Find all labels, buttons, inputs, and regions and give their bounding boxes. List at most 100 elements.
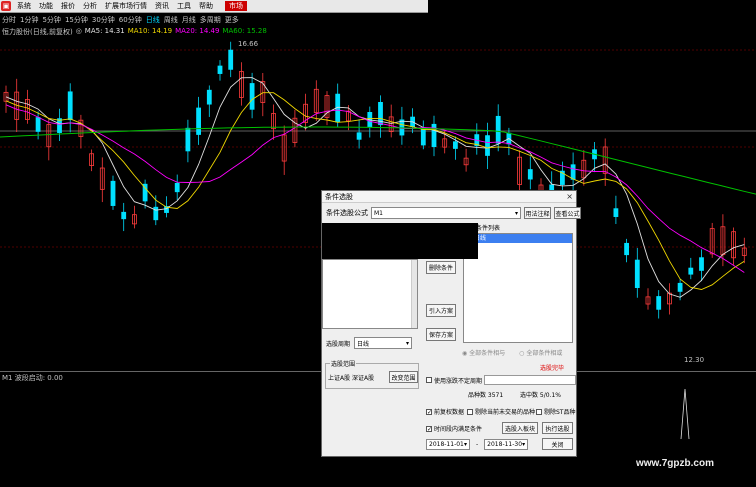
candle-body	[570, 164, 576, 180]
candle-body	[228, 49, 234, 70]
range-group: 选股范围 上证A股 深证A股 改变范围	[325, 359, 419, 389]
chevron-down-icon: ▾	[406, 339, 410, 347]
period-row: 选股周期 日线 ▾	[326, 337, 413, 349]
close-button[interactable]: 关闭	[542, 438, 573, 450]
menu-item[interactable]: 系统	[13, 1, 35, 11]
time-option[interactable]: ✓ 时间段内满足条件	[426, 424, 482, 433]
menu-item-market[interactable]: 市场	[225, 1, 247, 11]
stock-count: 品种数 3571	[468, 392, 504, 399]
menu-item[interactable]: 分析	[79, 1, 101, 11]
candle-body	[174, 182, 180, 193]
candle-body	[624, 242, 629, 256]
signal-spike	[680, 388, 690, 440]
low-price-label: 12.30	[684, 356, 705, 364]
delete-condition-button[interactable]: 删除条件	[426, 261, 456, 274]
tab-period[interactable]: 15分钟	[63, 15, 90, 25]
tab-period[interactable]: 更多	[223, 15, 241, 25]
date-from-picker[interactable]: 2018-11-01 ▾	[426, 439, 470, 450]
change-range-button[interactable]: 改变范围	[389, 371, 418, 383]
formula-label: 条件选股公式	[326, 209, 368, 217]
tab-period[interactable]: 分时	[0, 15, 18, 25]
view-formula-button[interactable]: 查看公式	[554, 207, 581, 219]
checkbox-icon[interactable]	[467, 408, 473, 415]
run-screener-button[interactable]: 执行选股	[542, 422, 573, 434]
candle-body	[688, 267, 694, 275]
high-price-label: 16.66	[238, 40, 259, 48]
candle-body	[699, 257, 704, 271]
tab-period[interactable]: 月线	[180, 15, 198, 25]
menu-item[interactable]: 报价	[57, 1, 79, 11]
period-label: 选股周期	[326, 340, 351, 348]
status-text: 选股完毕	[540, 365, 565, 372]
sub-indicator-legend: M1 波段启动: 0.00	[2, 374, 63, 382]
period-tabs: 分时 1分钟 5分钟 15分钟 30分钟 60分钟 日线 周线 月线 多周期 更多	[0, 14, 241, 26]
candle-body	[634, 259, 640, 289]
tab-period[interactable]: 1分钟	[18, 15, 40, 25]
tab-period[interactable]: 日线	[144, 15, 162, 25]
checked-icon[interactable]: ✓	[426, 425, 432, 432]
logic-radios: ◉ 全部条件相与 ○ 全部条件相或	[462, 348, 562, 357]
date-range-row: 2018-11-01 ▾ - 2018-11-30 ▾	[426, 439, 529, 450]
list-item[interactable]: 日线	[464, 234, 572, 243]
candle-body	[527, 169, 533, 180]
tab-period[interactable]: 周线	[162, 15, 180, 25]
stock-screener-dialog: 条件选股 × 条件选股公式 M1 ▾ 用法注释 查看公式 选股条件列表 日线 删…	[321, 190, 581, 457]
ma5-value: MA5: 14.31	[84, 27, 125, 35]
checked-icon[interactable]: ✓	[426, 408, 432, 415]
add-to-block-button[interactable]: 选股入板块	[502, 422, 538, 434]
tab-period[interactable]: 5分钟	[40, 15, 62, 25]
radio-and-label: 全部条件相与	[469, 350, 506, 357]
radio-or[interactable]: ○ 全部条件相或	[519, 348, 562, 357]
exclude-period-input[interactable]	[484, 375, 577, 385]
st-option[interactable]: 剔除ST品种	[536, 407, 575, 416]
candle-body	[121, 211, 127, 220]
menu-item[interactable]: 扩展市场行情	[101, 1, 151, 11]
candle-body	[110, 180, 116, 206]
scrollbar[interactable]	[411, 260, 417, 328]
chevron-down-icon: ▾	[514, 209, 518, 217]
period-select[interactable]: 日线 ▾	[354, 337, 413, 349]
candle-body	[495, 115, 501, 144]
date-from-value: 2018-11-01	[429, 441, 464, 448]
menu-item[interactable]: 工具	[173, 1, 195, 11]
notrade-option[interactable]: 剔除当前未交易的品种	[467, 407, 535, 416]
exclude-period-option[interactable]: 使用涨跌不定周期	[426, 375, 577, 385]
period-value: 日线	[357, 340, 370, 348]
tab-period[interactable]: 多周期	[198, 15, 223, 25]
tab-period[interactable]: 60分钟	[117, 15, 144, 25]
radio-and[interactable]: ◉ 全部条件相与	[462, 348, 505, 357]
usage-button[interactable]: 用法注释	[524, 207, 551, 219]
import-plan-button[interactable]: 引入方案	[426, 304, 456, 317]
checkbox-icon[interactable]	[536, 408, 542, 415]
selected-count: 选中数 5/0.1%	[520, 392, 561, 399]
menu-item[interactable]: 功能	[35, 1, 57, 11]
redacted-area	[322, 223, 478, 259]
checkbox-icon[interactable]	[426, 377, 432, 383]
formula-select[interactable]: M1 ▾	[371, 207, 521, 219]
close-icon[interactable]: ×	[566, 192, 573, 201]
candle-body	[249, 83, 255, 110]
menu-item[interactable]: 资讯	[151, 1, 173, 11]
watermark: www.7gpzb.com	[636, 458, 714, 469]
candle-body	[67, 91, 73, 121]
candle-body	[452, 141, 458, 149]
dialog-title: 条件选股	[325, 192, 353, 201]
tab-period[interactable]: 30分钟	[90, 15, 117, 25]
time-label: 时间段内满足条件	[434, 426, 483, 433]
ma-indicator-icon: ◎	[75, 27, 82, 35]
dialog-titlebar[interactable]: 条件选股 ×	[322, 191, 576, 203]
date-separator: -	[476, 441, 479, 448]
candle-body	[196, 107, 202, 135]
save-plan-button[interactable]: 保存方案	[426, 328, 456, 341]
range-text: 上证A股 深证A股	[328, 375, 375, 382]
formula-row: 条件选股公式 M1 ▾ 用法注释 查看公式	[326, 207, 581, 219]
condition-list[interactable]: 日线	[463, 233, 573, 343]
candle-body	[656, 296, 662, 310]
date-to-picker[interactable]: 2018-11-30 ▾	[484, 439, 529, 450]
notrade-label: 剔除当前未交易的品种	[475, 409, 536, 416]
candle-body	[185, 127, 191, 152]
fq-option[interactable]: ✓ 前复权数据	[426, 407, 464, 416]
menu-item[interactable]: 帮助	[195, 1, 217, 11]
ma60-value: MA60: 15.28	[222, 27, 267, 35]
candle-body	[613, 208, 619, 217]
